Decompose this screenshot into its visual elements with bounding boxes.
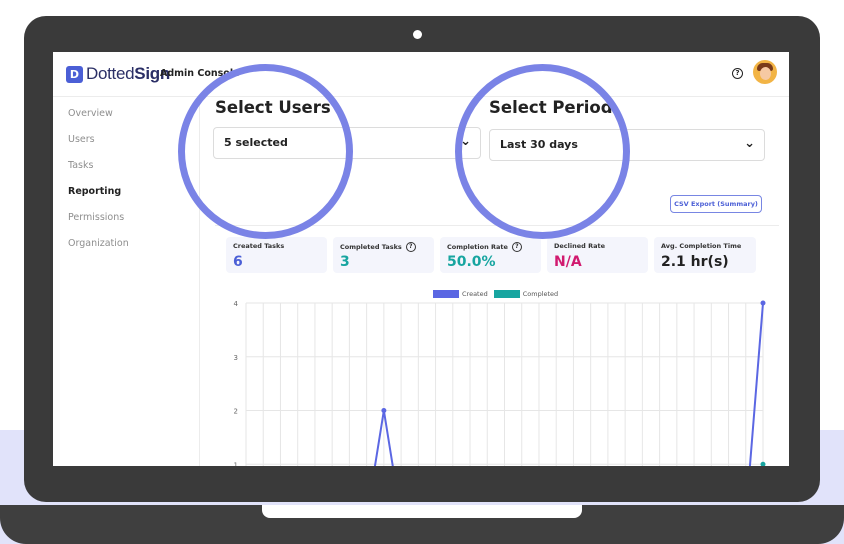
- highlight-circle-users: [178, 64, 353, 239]
- webcam-dot: [413, 30, 422, 39]
- data-point-created: [760, 300, 766, 306]
- y-tick-label: 3: [234, 354, 238, 362]
- laptop-notch: [262, 505, 582, 518]
- highlight-circle-period: [455, 64, 630, 239]
- data-point-completed: [760, 461, 766, 466]
- y-tick-label: 4: [234, 300, 239, 308]
- data-point-created: [381, 408, 387, 413]
- tasks-line-chart: 1 2 3 4: [234, 300, 766, 466]
- y-tick-label: 1: [234, 461, 238, 466]
- y-tick-label: 2: [234, 408, 238, 416]
- laptop-screen: D DottedSign Admin Console ? Overview Us…: [53, 52, 789, 466]
